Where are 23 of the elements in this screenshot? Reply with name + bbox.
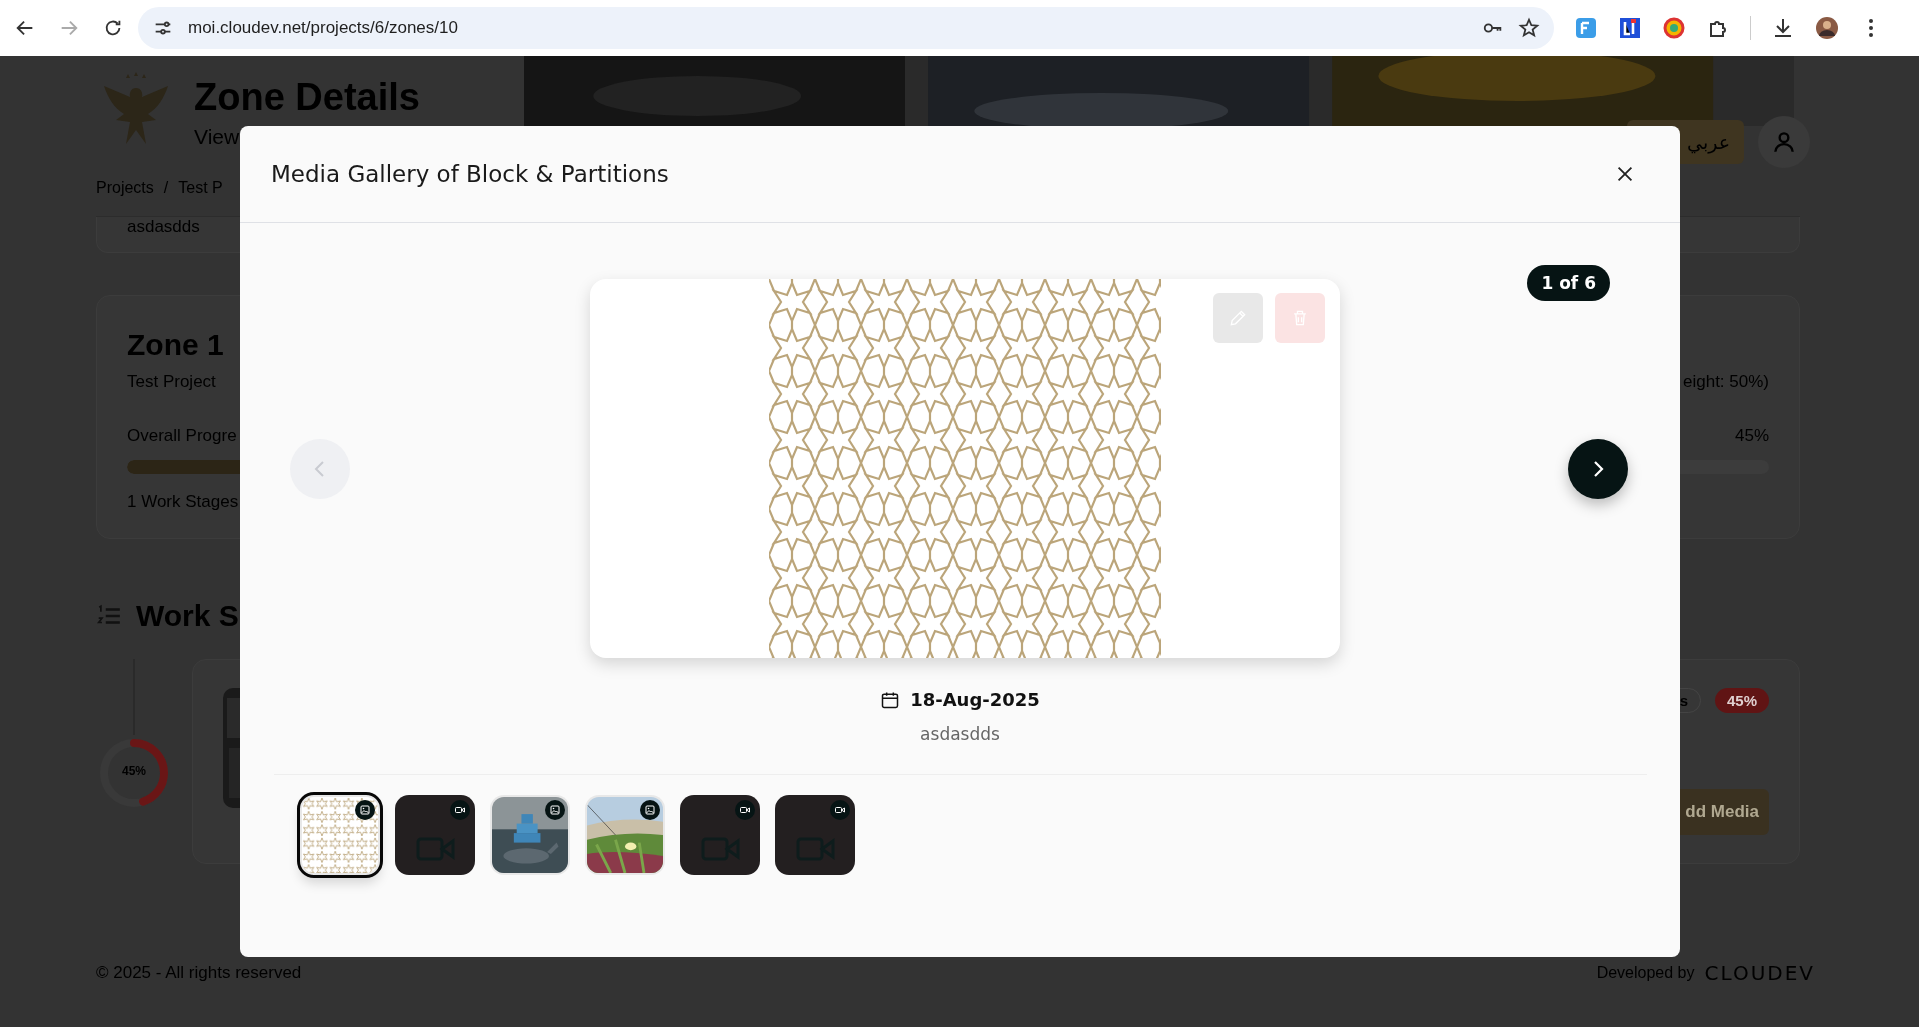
slide-counter: 1 of 6 [1527, 265, 1610, 301]
media-caption: asdasdds [920, 724, 1000, 744]
media-thumbnail[interactable] [775, 795, 855, 875]
breadcrumb-separator: / [163, 179, 169, 198]
media-thumbnail[interactable] [680, 795, 760, 875]
image-icon [359, 804, 371, 816]
extension-icon[interactable] [1618, 16, 1642, 40]
extension-icon[interactable] [1662, 16, 1686, 40]
media-date: 18-Aug-2025 [910, 689, 1040, 710]
star-icon[interactable] [1518, 17, 1540, 39]
address-bar[interactable]: moi.cloudev.net/projects/6/zones/10 [138, 7, 1554, 49]
video-icon [834, 804, 846, 816]
video-icon [454, 804, 466, 816]
image-icon [644, 804, 656, 816]
profile-avatar-icon[interactable] [1815, 16, 1839, 40]
next-button[interactable] [1568, 438, 1628, 499]
percent-badge: 45% [1714, 688, 1769, 713]
media-thumbnail[interactable] [395, 795, 475, 875]
image-icon [549, 804, 561, 816]
url-text: moi.cloudev.net/projects/6/zones/10 [188, 18, 458, 38]
video-icon [739, 804, 751, 816]
dialog-title: Media Gallery of Block & Partitions [271, 161, 669, 187]
user-icon [1771, 129, 1797, 155]
